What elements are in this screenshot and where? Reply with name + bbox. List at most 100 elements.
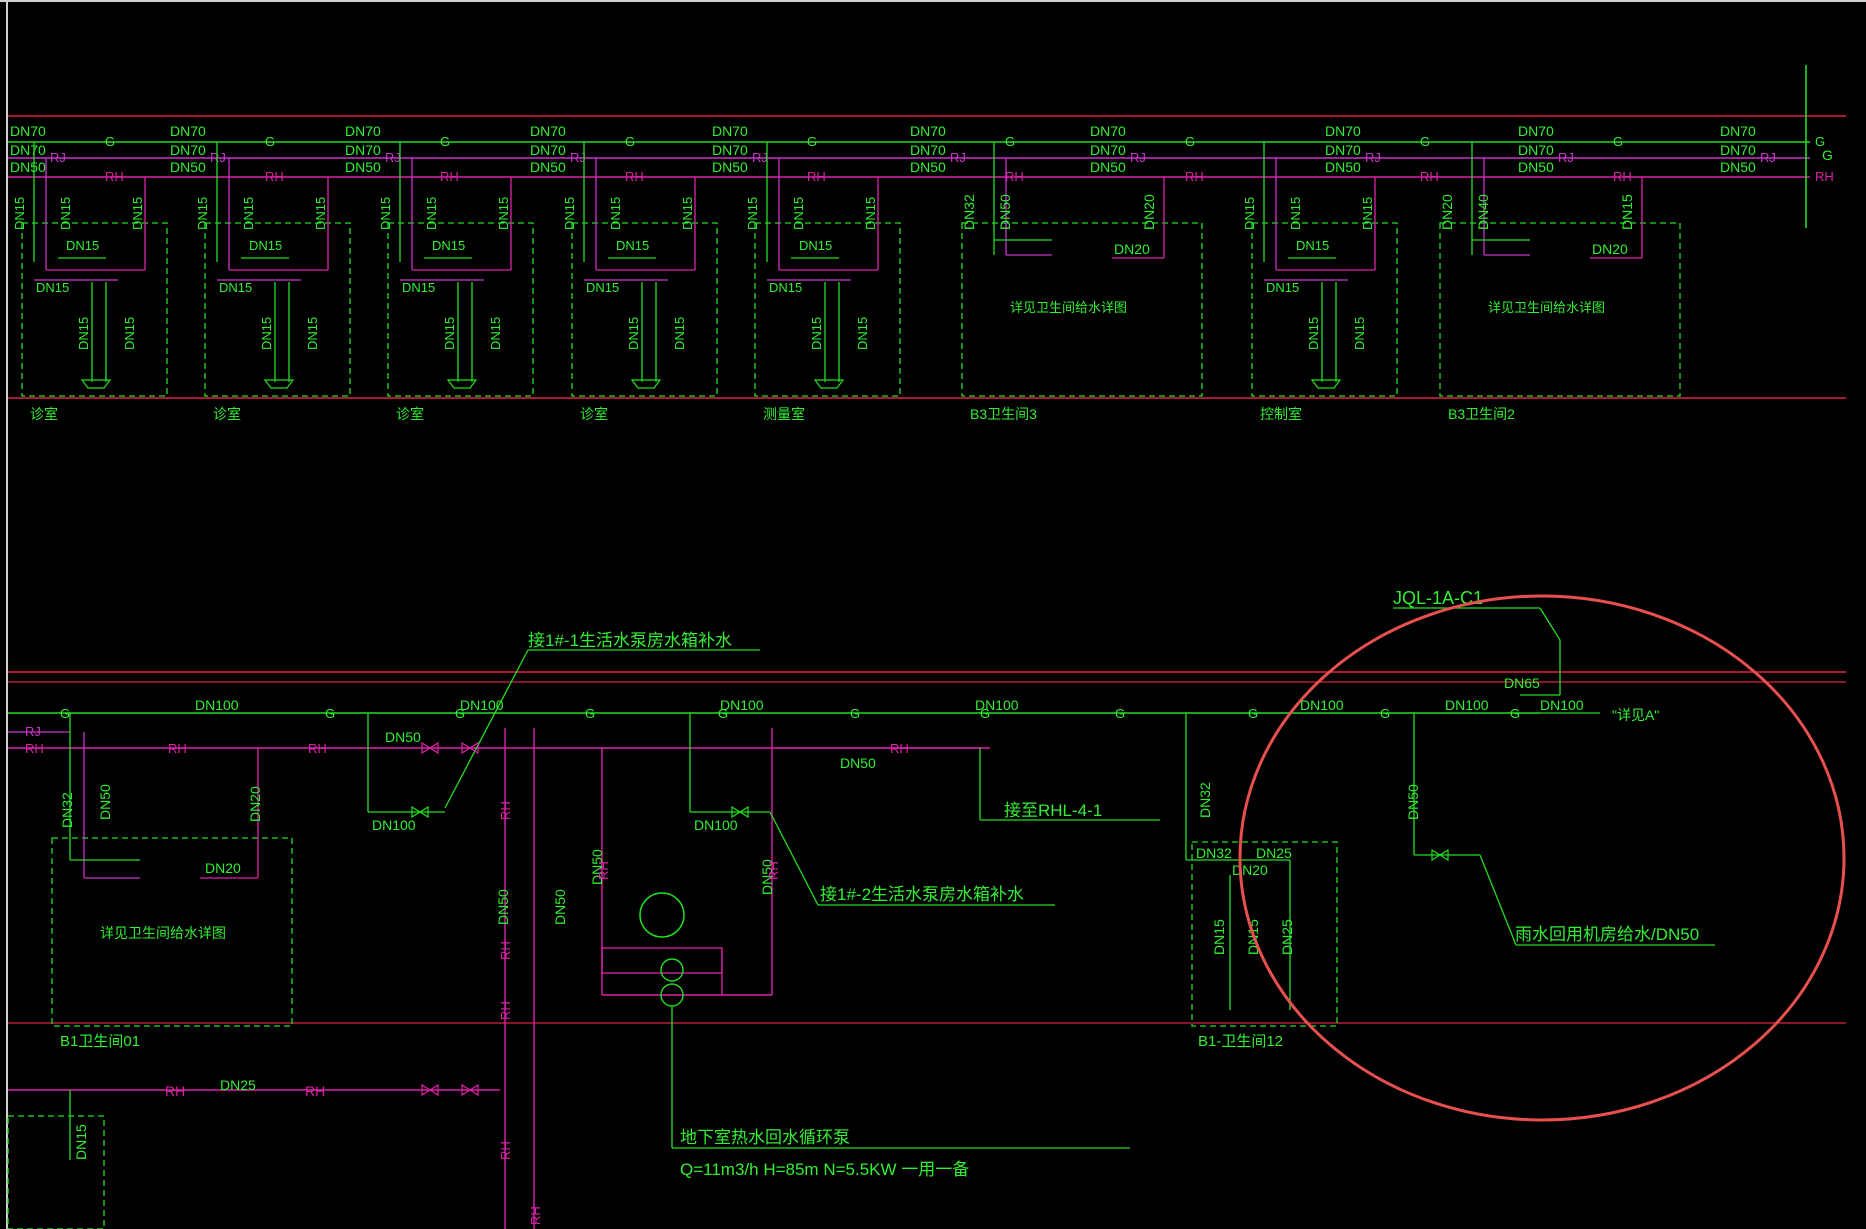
rh-tag-1: RH	[265, 169, 284, 184]
main-size-label-c-9: DN50	[1720, 159, 1756, 175]
expansion-tank	[639, 892, 685, 938]
unit-dn15-c-1: DN15	[313, 197, 328, 230]
main-size-label-b-6: DN70	[1090, 142, 1126, 158]
room-label-6: 控制室	[1260, 406, 1302, 422]
rj-tag-5: RJ	[950, 150, 966, 165]
main-size-label-c-1: DN50	[170, 159, 206, 175]
rj-tag-9: RJ	[1760, 150, 1776, 165]
lower-g-tag-9: G	[1380, 706, 1390, 721]
room-label-7: B3卫生间2	[1448, 406, 1515, 422]
unit-size-d-7: DN20	[1592, 241, 1628, 257]
dn100-a-label: DN100	[372, 817, 416, 833]
unit-size-b-7: DN40	[1475, 194, 1491, 230]
main-size-label-4: DN70	[712, 123, 748, 139]
rh-tag-5: RH	[1005, 169, 1024, 184]
joint-leader	[1539, 607, 1561, 641]
rh-tag-8: RH	[1613, 169, 1632, 184]
lower-dn100-1: DN100	[460, 697, 504, 713]
b1-12-dn20: DN20	[1232, 862, 1268, 878]
main-size-label-c-7: DN50	[1325, 159, 1361, 175]
room-label-2: 诊室	[396, 406, 424, 422]
b1-01-dn32: DN32	[59, 792, 75, 828]
b1-12-dn15-a: DN15	[1211, 919, 1227, 955]
g-tag-9: G	[1815, 134, 1825, 149]
rj-tag-4: RJ	[752, 150, 768, 165]
unit-dn15-c-4: DN15	[863, 197, 878, 230]
rh-tag-lower-b: RH	[305, 1083, 325, 1099]
rh-tag-lower-a: RH	[165, 1083, 185, 1099]
dn25-label: DN25	[220, 1077, 256, 1093]
main-size-label-5: DN70	[910, 123, 946, 139]
riser-rh-tag-d: RH	[766, 861, 781, 880]
room-label-5: B3卫生间3	[970, 406, 1037, 422]
lower-g-tag-8: G	[1248, 706, 1258, 721]
lower-dn100-5: DN100	[1445, 697, 1489, 713]
main-size-label-b-3: DN70	[530, 142, 566, 158]
rain-dn50-v: DN50	[1405, 784, 1421, 820]
pump-title: 地下室热水回水循环泵	[680, 1128, 850, 1147]
riser-rh-tag-b-0: RH	[528, 1206, 543, 1225]
g-tag-6: G	[1185, 134, 1195, 149]
dn100-b-label: DN100	[694, 817, 738, 833]
unit-dn15-d-2: DN15	[432, 238, 465, 253]
b1-01-dn20-v: DN20	[247, 786, 263, 822]
lower-dn100-0: DN100	[195, 697, 239, 713]
plumbing-diagram-canvas[interactable]: G DN70DN70DN50GRJRHDN70DN70DN50GRJRHDN70…	[0, 0, 1866, 1229]
unit-size-a-5: DN32	[961, 194, 977, 230]
riser-rh-tag-3: RH	[498, 1141, 513, 1160]
main-size-label-c-2: DN50	[345, 159, 381, 175]
g-tag-4: G	[807, 134, 817, 149]
riser-rh-tag-1: RH	[498, 941, 513, 960]
unit-dn15-g-3: DN15	[672, 317, 687, 350]
tank1-leader	[444, 649, 529, 809]
unit-dn15-f-0: DN15	[76, 317, 91, 350]
unit-dn15-f-4: DN15	[809, 317, 824, 350]
riser-rh-tag-2: RH	[498, 1001, 513, 1020]
main-size-label-c-6: DN50	[1090, 159, 1126, 175]
partial-dn15: DN15	[73, 1124, 89, 1160]
b1-12-label: B1-卫生间12	[1198, 1033, 1283, 1050]
rh-tag-9: RH	[1815, 169, 1834, 184]
unit-dn15-b-0: DN15	[58, 197, 73, 230]
b1-01-dn20: DN20	[205, 860, 241, 876]
main-size-label-2: DN70	[345, 123, 381, 139]
lower-rh-tag-2: RH	[308, 741, 327, 756]
cad-viewport[interactable]: G DN70 DN70 DN50 G RJ RH DN70 DN70 DN50 G RJ RH DN70…	[0, 0, 1866, 1229]
lower-dn100-2: DN100	[720, 697, 764, 713]
room-label-4: 测量室	[763, 406, 805, 422]
riser-dn50-2: DN50	[552, 889, 568, 925]
unit-dn15-a-0: DN15	[12, 197, 27, 230]
main-size-label-3: DN70	[530, 123, 566, 139]
lower-rh-tag-1: RH	[168, 741, 187, 756]
rhl-rh-tag: RH	[890, 741, 909, 756]
unit-dn15-g-2: DN15	[488, 317, 503, 350]
unit-dn15-b-3: DN15	[608, 197, 623, 230]
unit-dn15-c-6: DN15	[1360, 197, 1375, 230]
g-tag-5: G	[1005, 134, 1015, 149]
rhl-callout: 接至RHL-4-1	[1004, 801, 1102, 820]
main-size-label-b-4: DN70	[712, 142, 748, 158]
unit-dn15-d-4: DN15	[799, 238, 832, 253]
unit-size-a-7: DN20	[1439, 194, 1455, 230]
pump-1-icon[interactable]	[660, 958, 684, 982]
unit-dn15-c-0: DN15	[130, 197, 145, 230]
dn50-b-label: DN50	[840, 755, 876, 771]
unit-dn15-a-4: DN15	[745, 197, 760, 230]
upper-floor-section: G DN70DN70DN50GRJRHDN70DN70DN50GRJRHDN70…	[8, 65, 1846, 422]
main-size-label-b-0: DN70	[10, 142, 46, 158]
lower-rj-tag: RJ	[25, 724, 41, 739]
main-size-label-b-9: DN70	[1720, 142, 1756, 158]
unit-size-c-7: DN15	[1619, 194, 1635, 230]
rj-tag-0: RJ	[50, 150, 66, 165]
unit-dn15-e-2: DN15	[402, 280, 435, 295]
riser-rh-tag-0: RH	[498, 801, 513, 820]
unit-dn15-e-4: DN15	[769, 280, 802, 295]
unit-dn15-a-2: DN15	[378, 197, 393, 230]
unit-dn15-f-2: DN15	[442, 317, 457, 350]
b1-12-dn25-v: DN25	[1279, 919, 1295, 955]
unit-dn15-d-6: DN15	[1296, 238, 1329, 253]
main-size-label-7: DN70	[1325, 123, 1361, 139]
unit-dn15-a-3: DN15	[562, 197, 577, 230]
main-size-label-9: DN70	[1720, 123, 1756, 139]
lower-g-tag-0: G	[60, 706, 70, 721]
